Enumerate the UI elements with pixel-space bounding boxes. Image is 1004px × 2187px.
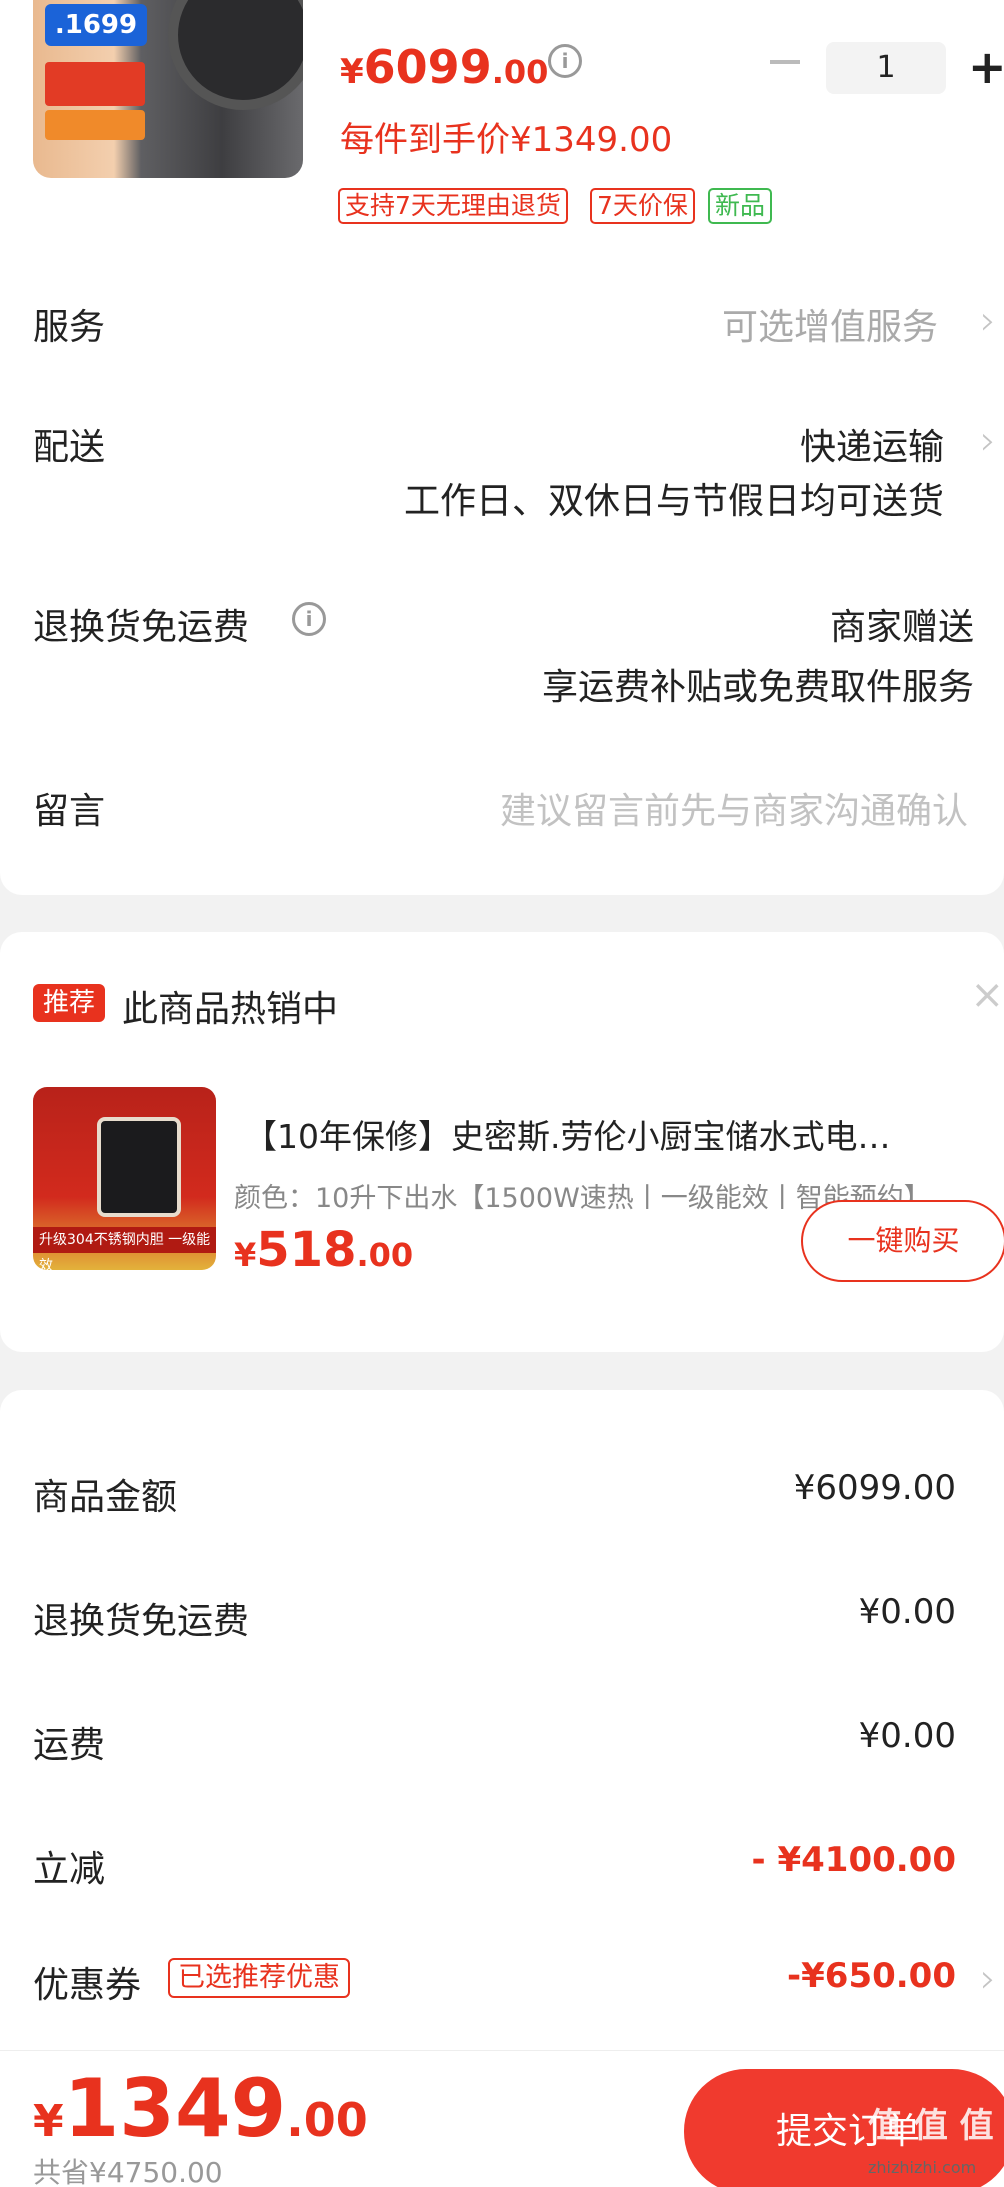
delivery-label: 配送 [33,427,106,468]
service-value[interactable]: 可选增值服务 [722,298,938,350]
coupon-value[interactable]: -¥650.00 [787,1956,956,1996]
price-summary-card: 商品金额 ¥6099.00 退换货免运费 ¥0.00 运费 ¥0.00 立减 -… [0,1390,1004,2050]
return-shipping-label: 退换货免运费 [33,607,250,648]
order-item-card: .1699 ¥6099.00 i 1 + 每件到手价¥1349.00 支持7天无… [0,0,1004,895]
product-thumbnail[interactable]: .1699 [33,0,303,178]
service-label: 服务 [33,307,106,348]
delivery-sub: 工作日、双休日与节假日均可送货 [403,481,944,522]
price-integer: 518 [256,1222,357,1278]
summary-value: ¥6099.00 [793,1468,956,1508]
discount-value: - ¥4100.00 [751,1840,956,1880]
thumbnail-decoration [45,62,145,106]
recommend-title: 此商品热销中 [122,989,339,1030]
thumbnail-price-badge: .1699 [45,4,147,46]
price-decimal: .00 [491,53,549,91]
minus-icon[interactable] [770,60,800,64]
price-decimal: .00 [286,2093,368,2147]
summary-label: 商品金额 [33,1477,178,1518]
price-currency: ¥ [340,52,364,92]
recommend-card: 推荐 此商品热销中 × 升级304不锈钢内胆 一级能效 【10年保修】史密斯.劳… [0,932,1004,1352]
summary-value: ¥0.00 [858,1716,956,1756]
plus-icon[interactable]: + [968,44,1004,90]
info-icon[interactable]: i [548,44,582,78]
coupon-label: 优惠券 [33,1965,142,2006]
price-integer: 6099 [363,40,492,94]
price-currency: ¥ [234,1236,257,1274]
recommend-price: ¥518.00 [234,1222,413,1278]
thumbnail-decoration [45,110,145,140]
saved-amount: 共省¥4750.00 [33,2156,223,2187]
price-currency: ¥ [33,2096,64,2147]
each-price: 每件到手价¥1349.00 [340,120,673,160]
quantity-input[interactable]: 1 [826,42,946,94]
summary-value: ¥0.00 [858,1592,956,1632]
note-input[interactable]: 建议留言前先与商家沟通确认 [500,782,968,834]
tag-new: 新品 [708,188,773,224]
summary-label: 运费 [33,1725,106,1766]
watermark-url: zhizhizhi.com [868,2158,977,2177]
watermark-logo: 值 值 值 [868,2106,994,2146]
coupon-tag[interactable]: 已选推荐优惠 [168,1958,350,1998]
recommend-thumbnail[interactable]: 升级304不锈钢内胆 一级能效 [33,1087,216,1270]
washer-drum-image [168,0,303,110]
recommend-product-name[interactable]: 【10年保修】史密斯.劳伦小厨宝储水式电… [244,1110,994,1158]
total-price: ¥1349.00 [33,2069,368,2149]
product-price: ¥6099.00 [340,40,548,94]
delivery-value[interactable]: 快递运输 [800,418,944,470]
chevron-right-icon[interactable]: › [980,298,996,344]
close-icon[interactable]: × [970,972,1004,1018]
price-decimal: .00 [356,1236,414,1274]
tag-price-protect: 7天价保 [590,188,695,224]
price-integer: 1349 [63,2062,287,2155]
recommend-badge: 推荐 [33,984,105,1022]
summary-label: 立减 [33,1849,106,1890]
return-shipping-sub: 享运费补贴或免费取件服务 [541,667,974,708]
info-icon[interactable]: i [292,602,326,636]
chevron-right-icon[interactable]: › [980,418,996,464]
return-shipping-value: 商家赠送 [829,607,974,648]
one-click-buy-button[interactable]: 一键购买 [801,1200,1004,1282]
water-heater-image [97,1117,181,1217]
tag-return: 支持7天无理由退货 [338,188,568,224]
checkout-bar: ¥1349.00 共省¥4750.00 提交订单 [0,2050,1004,2187]
chevron-right-icon[interactable]: › [980,1956,996,2002]
thumbnail-strip: 升级304不锈钢内胆 一级能效 [33,1227,216,1270]
note-label: 留言 [33,791,106,832]
summary-label: 退换货免运费 [33,1601,250,1642]
